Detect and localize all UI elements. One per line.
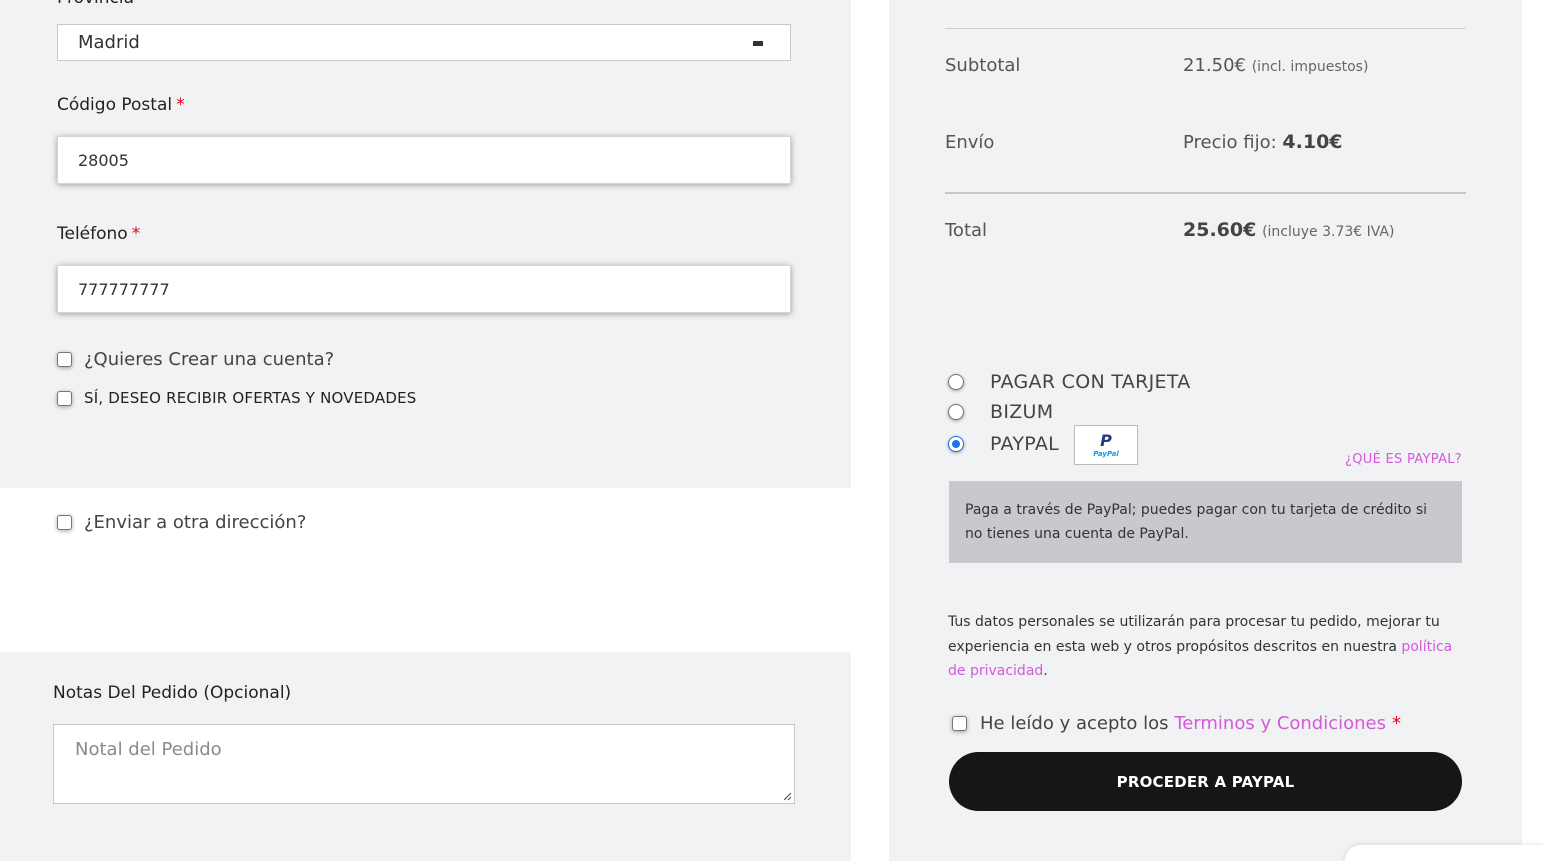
summary-divider bbox=[945, 28, 1466, 29]
checkout-page: Provincia Madrid Código Postal* 28005 Te… bbox=[0, 0, 1543, 861]
order-notes-label: Notas Del Pedido (Opcional) bbox=[53, 683, 292, 703]
payment-option-bizum[interactable]: BIZUM bbox=[948, 401, 1053, 423]
proceed-to-paypal-button[interactable]: PROCEDER A PAYPAL bbox=[949, 752, 1462, 811]
create-account-label: ¿Quieres Crear una cuenta? bbox=[84, 349, 335, 370]
ship-to-different-address-label: ¿Enviar a otra dirección? bbox=[84, 512, 307, 533]
required-asterisk: * bbox=[176, 95, 185, 115]
phone-input[interactable]: 777777777 bbox=[57, 265, 791, 313]
dropdown-arrow-icon bbox=[753, 41, 763, 46]
floating-widget[interactable] bbox=[1345, 845, 1543, 861]
summary-divider bbox=[945, 192, 1466, 194]
paypal-wordmark: PayPal bbox=[1093, 449, 1119, 458]
total-tax-note: (incluye 3.73€ IVA) bbox=[1262, 224, 1395, 240]
privacy-notice: Tus datos personales se utilizarán para … bbox=[948, 614, 1453, 679]
payment-paypal-radio[interactable] bbox=[948, 436, 964, 452]
terms-checkbox[interactable] bbox=[952, 716, 967, 731]
offers-label: SÍ, DESEO RECIBIR OFERTAS Y NOVEDADES bbox=[84, 389, 417, 407]
terms-conditions-link[interactable]: Terminos y Condiciones bbox=[1174, 713, 1386, 734]
paypal-p-icon: P bbox=[1100, 430, 1112, 450]
payment-option-card[interactable]: PAGAR CON TARJETA bbox=[948, 371, 1191, 393]
shipping-amount: Precio fijo: 4.10€ bbox=[1183, 131, 1343, 153]
postal-code-input[interactable]: 28005 bbox=[57, 136, 791, 184]
offers-checkbox[interactable] bbox=[57, 390, 72, 406]
order-notes-textarea[interactable]: Notal del Pedido bbox=[53, 724, 795, 804]
terms-label: He leído y acepto los Terminos y Condici… bbox=[980, 713, 1402, 734]
subtotal-tax-note: (incl. impuestos) bbox=[1251, 59, 1369, 75]
billing-section: Provincia Madrid Código Postal* 28005 Te… bbox=[0, 0, 851, 488]
create-account-option[interactable]: ¿Quieres Crear una cuenta? bbox=[57, 349, 334, 370]
required-asterisk: * bbox=[1392, 713, 1402, 734]
phone-value: 777777777 bbox=[78, 280, 170, 299]
total-price: 25.60€ bbox=[1183, 219, 1257, 241]
ship-to-different-address-option[interactable]: ¿Enviar a otra dirección? bbox=[57, 512, 306, 533]
ship-to-different-address-checkbox[interactable] bbox=[57, 515, 72, 530]
payment-paypal-label: PAYPAL bbox=[990, 433, 1059, 455]
shipping-label: Envío bbox=[945, 132, 995, 153]
postal-code-value: 28005 bbox=[78, 151, 129, 170]
province-label: Provincia bbox=[57, 0, 134, 8]
subtotal-label: Subtotal bbox=[945, 55, 1021, 76]
paypal-logo: P PayPal bbox=[1074, 425, 1138, 465]
payment-card-radio[interactable] bbox=[948, 374, 964, 390]
terms-acceptance[interactable]: He leído y acepto los Terminos y Condici… bbox=[952, 713, 1401, 734]
order-notes-placeholder: Notal del Pedido bbox=[75, 739, 222, 760]
paypal-description-box: Paga a través de PayPal; puedes pagar co… bbox=[949, 481, 1462, 563]
what-is-paypal-link[interactable]: ¿QUÉ ES PAYPAL? bbox=[1345, 452, 1462, 467]
total-label: Total bbox=[945, 220, 988, 241]
province-select[interactable]: Madrid bbox=[57, 24, 791, 61]
payment-bizum-label: BIZUM bbox=[990, 401, 1054, 423]
payment-card-label: PAGAR CON TARJETA bbox=[990, 371, 1191, 393]
offers-option[interactable]: SÍ, DESEO RECIBIR OFERTAS Y NOVEDADES bbox=[57, 389, 417, 407]
province-value: Madrid bbox=[78, 32, 140, 53]
subtotal-amount: 21.50€ (incl. impuestos) bbox=[1183, 55, 1369, 76]
required-asterisk: * bbox=[131, 224, 141, 244]
phone-label: Teléfono * bbox=[57, 224, 141, 244]
shipping-price: 4.10€ bbox=[1282, 131, 1343, 153]
resize-grip-icon[interactable] bbox=[783, 792, 792, 801]
postal-code-label: Código Postal * bbox=[57, 95, 185, 115]
privacy-text: Tus datos personales se utilizarán para … bbox=[948, 614, 1440, 655]
payment-option-paypal[interactable]: PAYPAL bbox=[948, 433, 1059, 455]
payment-bizum-radio[interactable] bbox=[948, 404, 964, 420]
total-amount: 25.60€ (incluye 3.73€ IVA) bbox=[1183, 219, 1394, 241]
create-account-checkbox[interactable] bbox=[57, 352, 72, 367]
paypal-description: Paga a través de PayPal; puedes pagar co… bbox=[965, 502, 1428, 542]
shipping-section: ¿Enviar a otra dirección? bbox=[0, 488, 851, 652]
